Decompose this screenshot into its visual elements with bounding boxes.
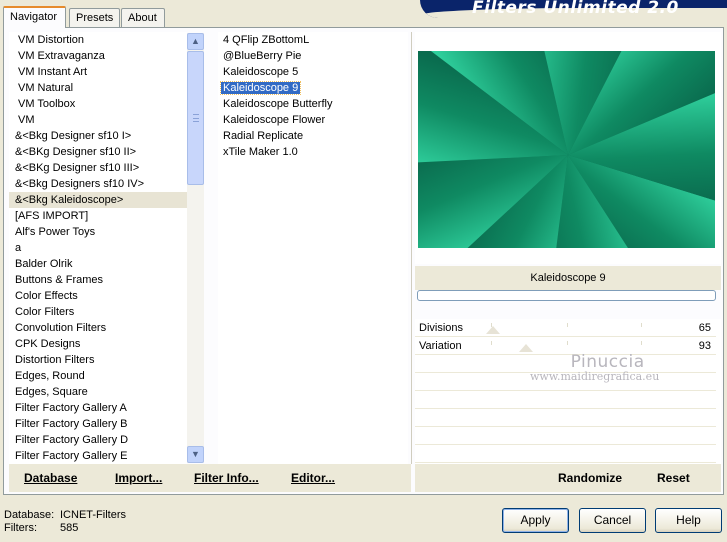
current-filter-name: Kaleidoscope 9 [415, 266, 721, 290]
filter-item[interactable]: Kaleidoscope 5 [218, 64, 408, 80]
filter-item-label: 4 QFlip ZBottomL [223, 34, 310, 46]
database-button[interactable]: Database [24, 471, 77, 485]
category-item[interactable]: Edges, Square [9, 384, 187, 400]
category-item[interactable]: Filter Factory Gallery B [9, 416, 187, 432]
param-row-empty [415, 445, 716, 463]
category-item[interactable]: [AFS IMPORT] [9, 208, 187, 224]
category-item[interactable]: &<Bkg Designers sf10 IV> [9, 176, 187, 192]
category-item[interactable]: Color Filters [9, 304, 187, 320]
category-item[interactable]: Balder Olrik [9, 256, 187, 272]
category-item[interactable]: a [9, 240, 187, 256]
param-label: Variation [419, 340, 462, 352]
tab-label: Navigator [10, 11, 58, 23]
tab-navigator[interactable]: Navigator [3, 6, 66, 28]
category-item[interactable]: VM Distortion [9, 32, 187, 48]
slider-thumb[interactable] [486, 326, 501, 334]
slider-thumb[interactable] [519, 344, 534, 352]
param-row-empty [415, 409, 716, 427]
database-value: ICNET-Filters [60, 509, 126, 521]
scroll-down-button[interactable]: ▼ [187, 446, 204, 463]
help-button[interactable]: Help [655, 508, 722, 533]
category-item[interactable]: Filter Factory Gallery E [9, 448, 187, 464]
filter-item-label: Kaleidoscope 9 [219, 81, 302, 95]
filter-item[interactable]: Kaleidoscope 9 [218, 80, 408, 96]
tab-label: About [128, 12, 157, 24]
filter-item-label: @BlueBerry Pie [223, 50, 302, 62]
watermark: Pinuccia www.maidiregrafica.eu [530, 352, 659, 383]
category-item[interactable]: Filter Factory Gallery D [9, 432, 187, 448]
filter-item-label: Kaleidoscope Butterfly [223, 98, 333, 110]
filter-item-label: xTile Maker 1.0 [223, 146, 298, 158]
tab-label: Presets [76, 12, 114, 24]
filter-item[interactable]: @BlueBerry Pie [218, 48, 408, 64]
filter-item[interactable]: Kaleidoscope Flower [218, 112, 408, 128]
filter-item-label: Kaleidoscope 5 [223, 66, 299, 78]
category-item[interactable]: &<BKg Designer sf10 II> [9, 144, 187, 160]
scroll-up-button[interactable]: ▲ [187, 33, 204, 50]
category-item[interactable]: &<Bkg Kaleidoscope> [9, 192, 187, 208]
param-value: 93 [698, 340, 711, 352]
slider-tick [567, 341, 568, 345]
filters-count-label: Filters: [4, 522, 37, 534]
progress-bar [417, 290, 716, 301]
param-label: Divisions [419, 322, 464, 334]
category-item[interactable]: VM Toolbox [9, 96, 187, 112]
category-item[interactable]: Alf's Power Toys [9, 224, 187, 240]
database-label: Database: [4, 509, 55, 521]
param-row-empty [415, 427, 716, 445]
slider-tick [641, 323, 642, 327]
category-item[interactable]: VM [9, 112, 187, 128]
cancel-button[interactable]: Cancel [579, 508, 646, 533]
watermark-name: Pinuccia [570, 352, 645, 372]
category-item[interactable]: &<BKg Designer sf10 III> [9, 160, 187, 176]
banner-title: Filters Unlimited 2.0 [472, 0, 679, 18]
category-item[interactable]: Buttons & Frames [9, 272, 187, 288]
param-row-divisions[interactable]: Divisions 65 [415, 319, 716, 337]
category-item[interactable]: CPK Designs [9, 336, 187, 352]
tab-about[interactable]: About [121, 8, 165, 27]
watermark-url: www.maidiregrafica.eu [530, 370, 660, 383]
category-item[interactable]: Filter Factory Gallery A [9, 400, 187, 416]
slider-tick [491, 341, 492, 345]
filter-item[interactable]: 4 QFlip ZBottomL [218, 32, 408, 48]
category-item[interactable]: &<Bkg Designer sf10 I> [9, 128, 187, 144]
action-bar-left: Database Import... Filter Info... Editor… [9, 464, 411, 492]
reset-button[interactable]: Reset [657, 471, 690, 485]
category-item[interactable]: Edges, Round [9, 368, 187, 384]
slider-tick [641, 341, 642, 345]
filter-item-label: Kaleidoscope Flower [223, 114, 326, 126]
parameter-panel: Divisions 65 Variation 93 [415, 319, 721, 464]
tab-presets[interactable]: Presets [69, 8, 120, 27]
filter-list[interactable]: 4 QFlip ZBottomL @BlueBerry Pie Kaleidosco… [218, 32, 408, 464]
slider-tick [567, 323, 568, 327]
category-item[interactable]: Convolution Filters [9, 320, 187, 336]
param-value: 65 [698, 322, 711, 334]
divider [411, 32, 412, 464]
filter-info-button[interactable]: Filter Info... [194, 471, 259, 485]
footer-info: Database: ICNET-Filters Filters: 585 [4, 509, 134, 535]
category-item[interactable]: VM Instant Art [9, 64, 187, 80]
filter-item[interactable]: Kaleidoscope Butterfly [218, 96, 408, 112]
category-item[interactable]: VM Extravaganza [9, 48, 187, 64]
editor-button[interactable]: Editor... [291, 471, 335, 485]
filter-item[interactable]: xTile Maker 1.0 [218, 144, 408, 160]
category-list[interactable]: VM Distortion VM Extravaganza VM Instant A… [9, 32, 187, 464]
param-row-empty [415, 391, 716, 409]
randomize-button[interactable]: Randomize [558, 471, 622, 485]
category-item[interactable]: Color Effects [9, 288, 187, 304]
action-bar-right: Randomize Reset [415, 464, 721, 492]
filter-item[interactable]: Radial Replicate [218, 128, 408, 144]
import-button[interactable]: Import... [115, 471, 162, 485]
category-item[interactable]: Distortion Filters [9, 352, 187, 368]
scroll-thumb[interactable] [187, 51, 204, 185]
grip-icon [193, 114, 199, 122]
filters-count-value: 585 [60, 522, 79, 534]
category-item[interactable]: VM Natural [9, 80, 187, 96]
category-scrollbar[interactable]: ▲ ▼ [187, 33, 204, 463]
apply-button[interactable]: Apply [502, 508, 569, 533]
filter-item-label: Radial Replicate [223, 130, 304, 142]
preview-image [418, 51, 715, 248]
